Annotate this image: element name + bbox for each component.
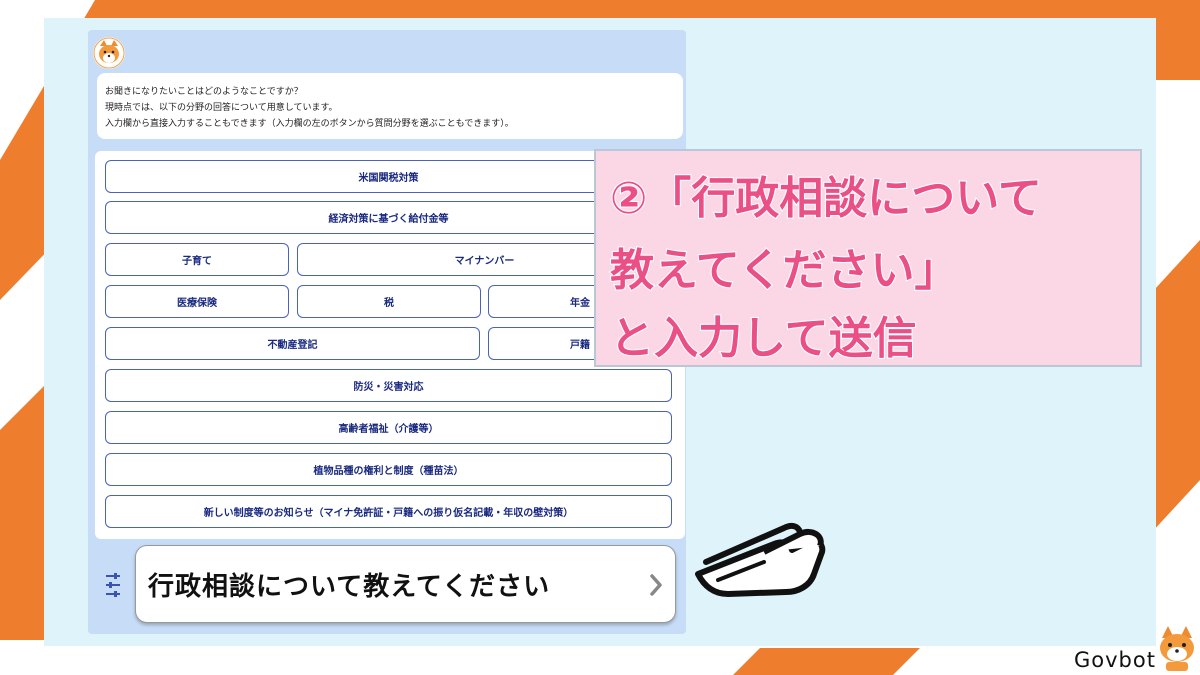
send-chevron-icon[interactable] [648, 573, 664, 597]
topic-button-benefits[interactable]: 経済対策に基づく給付金等 [105, 201, 672, 234]
callout-line-2: 教えてください」 [609, 244, 959, 297]
topic-button-new-systems[interactable]: 新しい制度等のお知らせ（マイナ免許証・戸籍への振り仮名記載・年収の壁対策） [105, 495, 672, 528]
topic-button-tax[interactable]: 税 [297, 285, 481, 318]
topic-button-medical-insurance[interactable]: 医療保険 [105, 285, 289, 318]
chat-input-value: 行政相談について教えてください [148, 572, 551, 602]
intro-message: お聞きになりたいことはどのようなことですか？ 現時点では、以下の分野の回答につい… [97, 73, 683, 139]
pointing-hand-icon [695, 522, 826, 597]
intro-line-1: お聞きになりたいことはどのようなことですか？ [105, 87, 303, 97]
topic-button-disaster[interactable]: 防災・災害対応 [105, 369, 672, 402]
topic-button-elderly-welfare[interactable]: 高齢者福祉（介護等） [105, 411, 672, 444]
callout-line-1: ②「行政相談について [609, 172, 1043, 225]
brand-name: Govbot [1074, 648, 1156, 672]
intro-line-2: 現時点では、以下の分野の回答について用意しています。 [105, 103, 338, 113]
topic-menu-icon[interactable] [104, 568, 122, 602]
topic-button-us-tariff[interactable]: 米国関税対策 [105, 160, 672, 193]
callout-line-3: と入力して送信 [609, 312, 918, 365]
topic-button-childcare[interactable]: 子育て [105, 243, 289, 276]
topic-button-plant-varieties[interactable]: 植物品種の権利と制度（種苗法） [105, 453, 672, 486]
bot-avatar-icon [93, 37, 125, 69]
intro-line-3: 入力欄から直接入力することもできます（入力欄の左のボタンから質問分野を選ぶことも… [105, 119, 514, 129]
govbot-logo-icon [1160, 626, 1194, 671]
topic-button-real-estate[interactable]: 不動産登記 [105, 327, 480, 360]
